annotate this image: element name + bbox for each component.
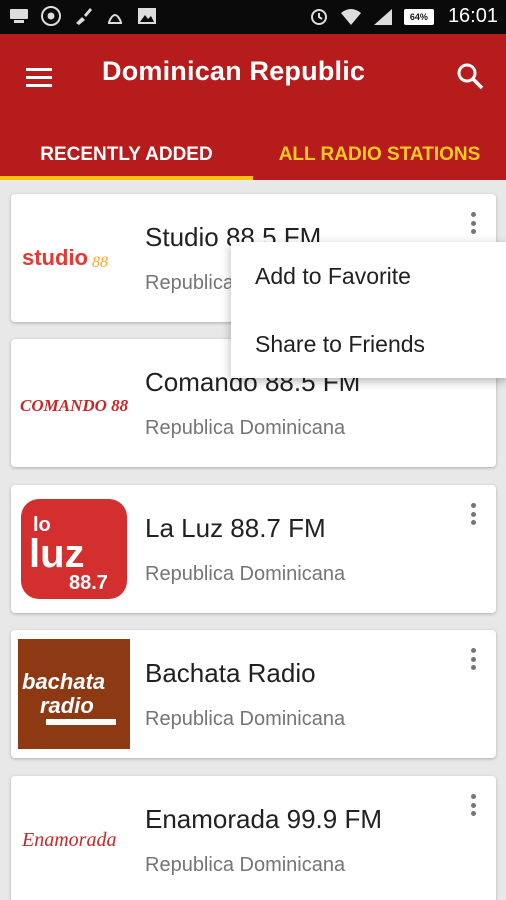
station-card[interactable]: bachata radio Bachata Radio Republica Do… [11,630,496,758]
signal-app-icon [104,5,126,27]
station-country: Republica Dominicana [145,563,346,585]
station-country: Republica Dominicana [145,417,346,439]
more-options-icon[interactable] [462,208,484,238]
station-name: La Luz 88.7 FM [145,513,326,543]
station-name: Bachata Radio [145,658,316,688]
station-logo: bachata radio [18,639,130,749]
chrome-icon [40,5,62,27]
more-options-icon[interactable] [462,790,484,820]
overflow-menu: Add to Favorite Share to Friends [231,242,506,378]
svg-text:88: 88 [92,254,108,271]
tab-recently-added[interactable]: RECENTLY ADDED [0,130,253,180]
station-logo: COMANDO 88 [18,348,130,458]
status-time: 16:01 [447,5,498,27]
more-options-icon[interactable] [462,499,484,529]
station-country: Republica Dominicana [145,708,346,730]
battery-icon: 64% [403,8,434,25]
status-bar: 64% 16:01 [0,0,506,34]
menu-icon[interactable] [22,60,58,96]
page-title: Dominican Republic [102,56,366,86]
app-bar: Dominican Republic RECENTLY ADDED ALL RA… [0,34,506,180]
svg-text:bachata: bachata [22,669,105,694]
wifi-icon [340,6,362,28]
tab-all-radio-stations[interactable]: ALL RADIO STATIONS [253,130,506,180]
sync-icon [308,6,330,28]
svg-text:studio: studio [22,245,88,270]
more-options-icon[interactable] [462,644,484,674]
battery-level: 64% [409,11,428,22]
station-logo: studio 88 [18,203,130,313]
paint-brush-icon [72,5,94,27]
station-logo: lo luz 88.7 [18,494,130,604]
search-icon[interactable] [452,58,488,94]
share-to-friends-menu-item[interactable]: Share to Friends [231,310,506,378]
keyboard-icon [8,5,30,27]
svg-text:radio: radio [40,693,94,718]
station-country: Republica Dominicana [145,854,346,876]
svg-text:Enamorada: Enamorada [21,829,116,851]
station-logo: Enamorada [18,785,130,895]
cell-signal-icon [372,6,394,28]
station-card[interactable]: lo luz 88.7 La Luz 88.7 FM Republica Dom… [11,485,496,613]
svg-text:COMANDO 88: COMANDO 88 [20,396,129,415]
image-icon [136,5,158,27]
svg-text:88.7: 88.7 [69,572,108,594]
add-to-favorite-menu-item[interactable]: Add to Favorite [231,242,506,310]
tab-bar: RECENTLY ADDED ALL RADIO STATIONS [0,130,506,180]
station-card[interactable]: Enamorada Enamorada 99.9 FM Republica Do… [11,776,496,900]
station-name: Enamorada 99.9 FM [145,804,383,834]
svg-text:luz: luz [29,532,85,576]
